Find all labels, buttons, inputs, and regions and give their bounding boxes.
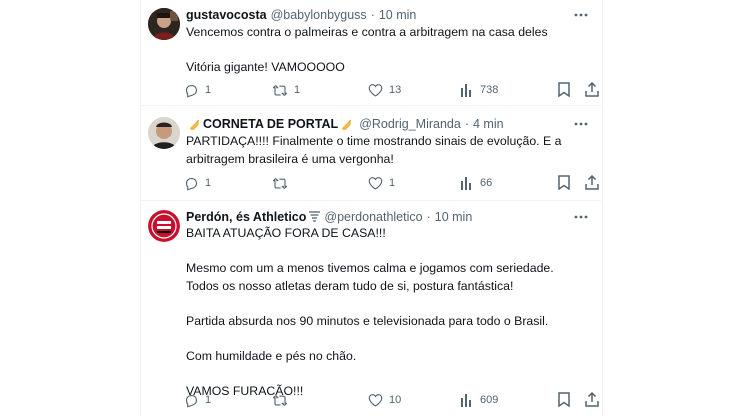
share-button[interactable] — [585, 81, 599, 100]
tweet-header: Perdón, és Athletico @perdonathletico · … — [186, 208, 571, 226]
tweet-line: Vitória gigante! VAMOOOOO — [186, 60, 345, 74]
bar-chart-icon — [461, 84, 471, 97]
bookmark-button[interactable] — [558, 82, 570, 100]
trumpet-icon — [189, 119, 200, 130]
heart-icon — [368, 84, 383, 97]
bar-chart-icon — [461, 394, 471, 407]
views-count: 738 — [480, 84, 499, 96]
tweet-line: arbitragem brasileira é uma vergonha! — [186, 151, 394, 166]
tweet-2[interactable]: CORNETA DE PORTAL @Rodrig_Miranda · 4 mi… — [140, 115, 601, 200]
display-name[interactable]: Perdón, és Athletico — [186, 210, 306, 224]
reply-icon — [185, 84, 198, 98]
display-name[interactable]: CORNETA DE PORTAL — [203, 117, 338, 131]
retweet-button[interactable] — [272, 175, 294, 191]
handle[interactable]: @babylonbyguss — [271, 8, 367, 22]
tornado-icon — [309, 211, 321, 222]
views-button[interactable]: 738 — [460, 82, 498, 98]
reply-count: 1 — [205, 394, 212, 406]
handle[interactable]: @Rodrig_Miranda — [359, 117, 461, 131]
reply-count: 1 — [205, 177, 212, 189]
like-button[interactable]: 13 — [368, 82, 401, 98]
retweet-button[interactable] — [272, 392, 294, 408]
reply-count: 1 — [205, 84, 212, 96]
divider — [140, 105, 601, 106]
bookmark-button[interactable] — [558, 175, 570, 193]
heart-icon — [368, 394, 383, 407]
display-name[interactable]: gustavocosta — [186, 8, 267, 22]
reply-button[interactable]: 1 — [184, 82, 211, 98]
more-options-icon[interactable] — [573, 117, 589, 131]
share-icon — [585, 174, 599, 190]
like-button[interactable]: 10 — [368, 392, 401, 408]
tweet-text: PARTIDAÇA!!!! Finalmente o time mostrand… — [186, 133, 585, 168]
timestamp[interactable]: 10 min — [435, 210, 473, 224]
share-button[interactable] — [585, 391, 599, 410]
timeline-feed: gustavocosta @babylonbyguss · 10 min Ven… — [0, 0, 740, 416]
trumpet-icon — [342, 119, 352, 130]
tweet-header: CORNETA DE PORTAL @Rodrig_Miranda · 4 mi… — [186, 115, 571, 133]
tweet-line: BAITA ATUAÇÃO FORA DE CASA!!! — [186, 226, 386, 240]
retweet-button[interactable]: 1 — [272, 82, 300, 98]
retweet-icon — [272, 84, 288, 96]
handle[interactable]: @perdonathletico — [324, 210, 422, 224]
separator-dot: · — [464, 117, 469, 131]
views-button[interactable]: 609 — [460, 392, 498, 408]
tweet-actions: 1 10 609 — [184, 391, 599, 410]
tweet-line: Mesmo com um a menos tivemos calma e jog… — [186, 261, 554, 275]
tweet-actions: 1 1 13 738 — [184, 81, 599, 100]
separator-dot: · — [370, 8, 375, 22]
like-count: 10 — [389, 394, 402, 406]
tweet-header: gustavocosta @babylonbyguss · 10 min — [186, 6, 571, 24]
bar-chart-icon — [461, 177, 471, 190]
tweet-line: Todos os nosso atletas deram tudo de si,… — [186, 278, 514, 293]
bookmark-icon — [558, 392, 570, 408]
timestamp[interactable]: 10 min — [379, 8, 417, 22]
tweet-line: Vencemos contra o palmeiras e contra a a… — [186, 25, 548, 39]
avatar[interactable] — [148, 8, 180, 40]
separator-dot: · — [426, 210, 431, 224]
tweet-actions: 1 1 66 — [184, 174, 599, 193]
views-count: 609 — [480, 394, 499, 406]
share-button[interactable] — [585, 174, 599, 193]
tweet-1[interactable]: gustavocosta @babylonbyguss · 10 min Ven… — [140, 6, 601, 106]
retweet-icon — [272, 177, 288, 189]
tweet-line: Partida absurda nos 90 minutos e televis… — [186, 313, 549, 328]
tweet-text: Vencemos contra o palmeiras e contra a a… — [186, 24, 585, 77]
avatar[interactable] — [148, 210, 180, 242]
bookmark-button[interactable] — [558, 392, 570, 410]
like-count: 13 — [389, 84, 402, 96]
bookmark-icon — [558, 82, 570, 98]
divider — [140, 200, 601, 201]
share-icon — [585, 391, 599, 407]
reply-icon — [185, 177, 198, 191]
reply-button[interactable]: 1 — [184, 392, 211, 408]
timestamp[interactable]: 4 min — [473, 117, 504, 131]
views-count: 66 — [480, 177, 493, 189]
more-options-icon[interactable] — [573, 210, 589, 224]
views-button[interactable]: 66 — [460, 175, 492, 191]
tweet-3[interactable]: Perdón, és Athletico @perdonathletico · … — [140, 208, 601, 416]
retweet-icon — [272, 394, 288, 406]
retweet-count: 1 — [294, 84, 301, 96]
more-options-icon[interactable] — [573, 8, 589, 22]
heart-icon — [368, 177, 383, 190]
tweet-text: BAITA ATUAÇÃO FORA DE CASA!!! Mesmo com … — [186, 225, 585, 400]
reply-button[interactable]: 1 — [184, 175, 211, 191]
like-count: 1 — [389, 177, 396, 189]
bookmark-icon — [558, 175, 570, 191]
like-button[interactable]: 1 — [368, 175, 395, 191]
tweet-line: PARTIDAÇA!!!! Finalmente o time mostrand… — [186, 134, 562, 148]
reply-icon — [185, 394, 198, 408]
share-icon — [585, 81, 599, 97]
avatar[interactable] — [148, 117, 180, 149]
tweet-line: Com humildade e pés no chão. — [186, 348, 357, 363]
